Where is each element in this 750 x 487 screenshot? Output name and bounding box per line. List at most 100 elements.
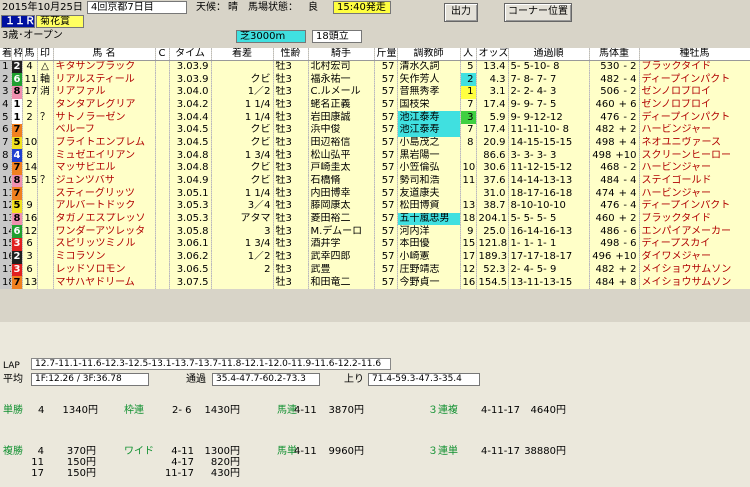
course-distance: 芝3000m xyxy=(236,30,306,43)
cell-c xyxy=(155,187,170,201)
column-header-rank[interactable]: 着 xyxy=(0,48,12,61)
cell-jockey: C.ルメール xyxy=(308,85,375,99)
cell-odds: 154.5 xyxy=(476,276,509,289)
cell-waku: 8 xyxy=(11,212,23,226)
cell-pop: 17 xyxy=(460,250,477,264)
column-header-weight[interactable]: 斤量 xyxy=(374,48,398,61)
column-header-name[interactable]: 馬 名 xyxy=(53,48,156,61)
cell-name: マッサビエル xyxy=(53,162,156,175)
table-row[interactable]: 2 6 11 軸リアルスティール 3.03.9 クビ 牡3 福永祐一 57 矢作芳人 2 4.3 7- … xyxy=(0,73,750,86)
cell-trainer: 五十嵐忠男 xyxy=(397,212,461,226)
cell-trainer: 庄野靖志 xyxy=(397,263,461,277)
cell-weight: 57 xyxy=(374,212,398,226)
wakuren-pay: 1430円 xyxy=(204,405,240,416)
cell-sexage: 牡3 xyxy=(273,98,309,112)
table-row[interactable]: 3 8 17 消リアファル 3.04.0 1／2 牡3 C.ルメール 57 音無秀孝 1 3.1 2- … xyxy=(0,85,750,99)
weather-label: 天候： xyxy=(196,2,226,13)
table-row[interactable]: 14612 ワンダーアツレッタ 3.05.83牡3M.デムーロ57河内洋925.01… xyxy=(0,225,750,239)
cell-sexage: 牡3 xyxy=(273,238,309,251)
cell-pop xyxy=(460,187,477,201)
cell-pop: 1 xyxy=(460,85,477,99)
cell-waku: 3 xyxy=(11,238,23,251)
column-header-c[interactable]: C xyxy=(155,48,170,61)
cell-trainer: 本田優 xyxy=(397,238,461,251)
table-row[interactable]: 13816 タガノエスプレッソ 3.05.3アタマ牡3菱田裕二57五十嵐忠男1820… xyxy=(0,212,750,226)
cell-waku: 2 xyxy=(11,250,23,264)
cell-body-weight: 498 + 4 xyxy=(589,136,640,150)
table-row[interactable]: 1536スピリッツミノル3.06.11 3/4牡3酒井学57本田優15121.8… xyxy=(0,238,750,251)
cell-pass: 2- 4- 5- 9 xyxy=(508,263,590,277)
wide-label: ワイド xyxy=(124,446,154,457)
table-row[interactable]: 6 7 ベルーフ 3.04.5 クビ 牡3 浜中俊 57 池江泰寿 7 17.4 11-11-10- … xyxy=(0,123,750,137)
table-row[interactable]: 7 5 10 ブライトエンブレム 3.04.5 クビ 牡3 田辺裕信 57 小島茂之 8 20.9 14… xyxy=(0,136,750,150)
cell-c xyxy=(155,98,170,112)
cell-waku: 5 xyxy=(11,136,23,150)
body-weight: 474 xyxy=(595,187,615,199)
table-row[interactable]: 1736 レッドソロモン 3.06.52牡3武豊57庄野靖志1252.32- 4- … xyxy=(0,263,750,277)
body-weight: 482 xyxy=(600,73,620,85)
cell-jockey: 菱田裕二 xyxy=(308,212,375,226)
column-header-odds[interactable]: オッズ xyxy=(476,48,509,61)
cell-mark: ？ xyxy=(37,111,54,124)
cell-odds: 204.1 xyxy=(476,212,509,226)
cell-rank: 17 xyxy=(0,263,12,277)
cell-sire: ゼンノロブロイ xyxy=(639,98,750,112)
cell-jockey: 岩田康誠 xyxy=(308,111,375,124)
table-row[interactable]: 1 2 4 △ キタサンブラック 3.03.9 牡3 北村宏司 57 清水久詞 5 13.4 5- 5-… xyxy=(0,60,750,74)
print-button[interactable]: 出力 xyxy=(444,3,478,22)
body-weight: 496 xyxy=(592,251,612,263)
cell-mark xyxy=(37,212,54,226)
table-row[interactable]: 117 スティーグリッツ 3.05.11 1/4牡3内田博幸57友道康夫 31.018… xyxy=(0,187,750,201)
column-header-time[interactable]: タイム xyxy=(169,48,212,61)
cell-body-weight: 486- 6 xyxy=(589,225,640,239)
cell-uma: 13 xyxy=(22,276,38,289)
column-header-trainer[interactable]: 調教師 xyxy=(397,48,461,61)
last-label: 上り xyxy=(344,374,364,385)
cell-c xyxy=(155,111,170,124)
cell-body-weight: 482- 4 xyxy=(589,73,640,86)
cell-sire: メイショウサムソン xyxy=(639,276,750,289)
column-header-margin[interactable]: 着差 xyxy=(211,48,274,61)
cell-weight: 57 xyxy=(374,136,398,150)
column-header-uma[interactable]: 馬 xyxy=(22,48,38,61)
column-header-sire[interactable]: 種牡馬 xyxy=(639,48,750,61)
column-header-sexage[interactable]: 性齢 xyxy=(273,48,309,61)
column-header-pass[interactable]: 通過順 xyxy=(508,48,590,61)
cell-sire: ダイワメジャー xyxy=(639,250,750,264)
cell-body-weight: 530- 2 xyxy=(589,60,640,74)
cell-mark xyxy=(37,123,54,137)
race-header: 2015年10月25日 4回京都7日目 天候： 晴 馬場状態： 良 15:40発… xyxy=(0,0,750,48)
corner-position-button[interactable]: コーナー位置 xyxy=(504,3,572,22)
body-weight-diff: - 4 xyxy=(623,200,637,212)
cell-sire: エンパイアメーカー xyxy=(639,225,750,239)
cell-pass: 13-11-13-15 xyxy=(508,276,590,289)
cell-name: タガノエスプレッソ xyxy=(53,212,156,226)
cell-body-weight: 474 + 4 xyxy=(589,187,640,201)
table-row[interactable]: 1623 ミコラソン 3.06.21／2牡3武幸四郎57小崎憲17189.317-1… xyxy=(0,250,750,264)
table-row[interactable]: 5 1 2？サトノラーゼン 3.04.4 1 1/4 牡3 岩田康誠 57 池江泰寿 3 5.9 9-… xyxy=(0,111,750,124)
cell-sire: メイショウサムソン xyxy=(639,263,750,277)
table-row[interactable]: 1259 アルバートドック 3.05.33／4牡3藤岡康太57松田博資1338.78… xyxy=(0,200,750,213)
table-row[interactable]: 8 4 8 ミュゼエイリアン 3.04.8 1 3/4 牡3 松山弘平 57 黒岩陽一 86.6 3-… xyxy=(0,149,750,162)
table-row[interactable]: 4 1 2 タンタアレグリア 3.04.2 1 1/4 牡3 蛯名正義 57 国枝栄 7 17.4 9-… xyxy=(0,98,750,112)
cell-time: 3.05.1 xyxy=(169,187,212,201)
table-row[interactable]: 9 7 14 マッサビエル 3.04.8 クビ 牡3 戸崎圭太 57 小笠倫弘 10 30.6 11-1… xyxy=(0,162,750,175)
cell-margin: 1／2 xyxy=(211,85,274,99)
cell-trainer: 河内洋 xyxy=(397,225,461,239)
table-row[interactable]: 10815？ジュンツバサ 3.04.9クビ牡3石橋脩57勢司和浩1137.614-… xyxy=(0,174,750,188)
column-header-waku[interactable]: 枠 xyxy=(11,48,23,61)
cell-jockey: 武豊 xyxy=(308,263,375,277)
cell-pop: 13 xyxy=(460,200,477,213)
cell-weight: 57 xyxy=(374,263,398,277)
table-row[interactable]: 18713 マサハヤドリーム 3.07.5 牡3和田竜二57今野貞一16154.513… xyxy=(0,276,750,289)
cell-body-weight: 476- 4 xyxy=(589,200,640,213)
column-header-jockey[interactable]: 騎手 xyxy=(308,48,375,61)
cell-weight: 57 xyxy=(374,111,398,124)
race-number: １１Ｒ xyxy=(1,15,35,28)
column-header-pop[interactable]: 人 xyxy=(460,48,477,61)
cell-mark xyxy=(37,136,54,150)
cell-margin: クビ xyxy=(211,174,274,188)
cell-body-weight: 496 +10 xyxy=(589,250,640,264)
column-header-body[interactable]: 馬体重 xyxy=(589,48,640,61)
column-header-mark[interactable]: 印 xyxy=(37,48,54,61)
